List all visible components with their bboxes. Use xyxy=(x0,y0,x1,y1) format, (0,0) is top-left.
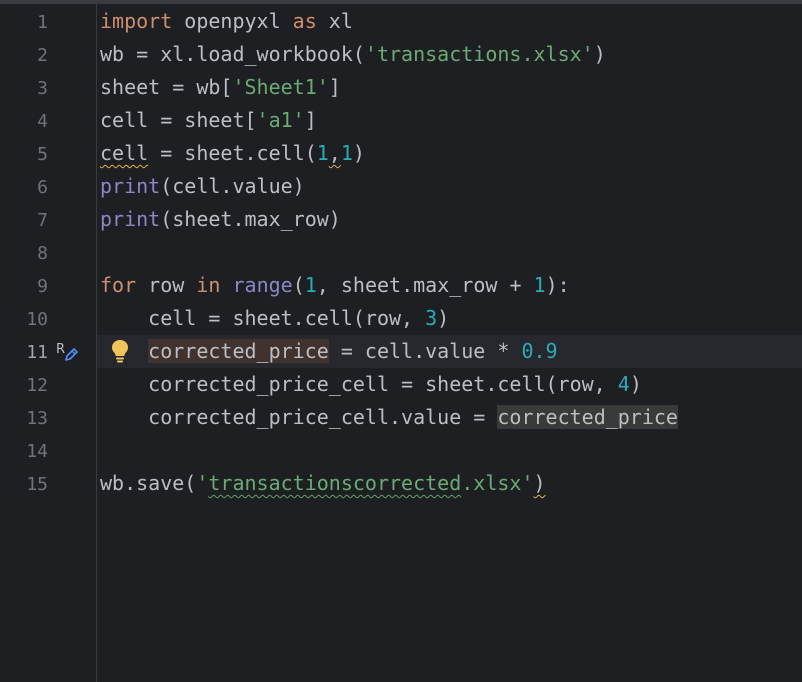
number-literal: 1 xyxy=(533,273,546,297)
code-text: corrected_price_cell.value = xyxy=(100,405,498,429)
number-literal: 4 xyxy=(617,372,630,396)
number-literal: 3 xyxy=(425,306,438,330)
code-line-15[interactable]: wb.save('transactionscorrected.xlsx') xyxy=(100,467,546,500)
line-number[interactable]: 4 xyxy=(0,105,48,138)
code-text: ): xyxy=(545,273,570,297)
warning-paren: ) xyxy=(533,471,546,495)
builtin-function: print xyxy=(100,207,161,231)
code-text: openpyxl xyxy=(172,9,293,33)
code-line-13[interactable]: corrected_price_cell.value = corrected_p… xyxy=(100,401,678,434)
line-number[interactable]: 1 xyxy=(0,6,48,39)
code-text: ] xyxy=(328,75,341,99)
code-text: sheet = wb[ xyxy=(100,75,233,99)
keyword: import xyxy=(100,9,173,33)
highlighted-variable-read: corrected_price xyxy=(497,405,678,429)
code-text: wb = xl.load_workbook( xyxy=(100,42,365,66)
string-literal: 'Sheet1' xyxy=(232,75,329,99)
number-literal: 1 xyxy=(316,141,329,165)
code-text: ( xyxy=(292,273,305,297)
code-line-12[interactable]: corrected_price_cell = sheet.cell(row, 4… xyxy=(100,368,642,401)
code-text: = sheet.cell( xyxy=(148,141,317,165)
line-number[interactable]: 2 xyxy=(0,39,48,72)
builtin-function: print xyxy=(100,174,161,198)
line-number[interactable]: 7 xyxy=(0,204,48,237)
code-line-6[interactable]: print(cell.value) xyxy=(100,170,305,203)
string-literal: ' xyxy=(196,471,209,495)
code-line-3[interactable]: sheet = wb['Sheet1'] xyxy=(100,71,341,104)
code-text: cell = sheet[ xyxy=(100,108,257,132)
code-line-7[interactable]: print(sheet.max_row) xyxy=(100,203,341,236)
builtin-function: range xyxy=(232,273,293,297)
line-number[interactable]: 6 xyxy=(0,171,48,204)
code-line-2[interactable]: wb = xl.load_workbook('transactions.xlsx… xyxy=(100,38,606,71)
line-number[interactable]: 9 xyxy=(0,270,48,303)
code-text: (cell.value) xyxy=(160,174,305,198)
code-line-9[interactable]: for row in range(1, sheet.max_row + 1): xyxy=(100,269,570,302)
line-number[interactable]: 13 xyxy=(0,402,48,435)
highlighted-variable-write: corrected_price xyxy=(148,339,329,363)
code-text: ) xyxy=(593,42,606,66)
code-text: ) xyxy=(437,306,450,330)
string-literal: .xlsx' xyxy=(461,471,534,495)
code-text: (sheet.max_row) xyxy=(160,207,341,231)
code-text: = cell.value * xyxy=(328,339,522,363)
warning-variable: cell xyxy=(100,141,149,165)
code-text: , sheet.max_row + xyxy=(316,273,534,297)
code-text: wb.save( xyxy=(100,471,197,495)
number-literal: 0.9 xyxy=(521,339,558,363)
warning-comma: , xyxy=(328,141,341,165)
code-text: row xyxy=(136,273,197,297)
code-line-1[interactable]: import openpyxl as xl xyxy=(100,5,353,38)
gutter-separator xyxy=(96,4,97,682)
line-number[interactable]: 8 xyxy=(0,237,48,270)
keyword: as xyxy=(292,9,317,33)
string-literal: 'a1' xyxy=(256,108,305,132)
code-text: ) xyxy=(629,372,642,396)
keyword: in xyxy=(196,273,221,297)
number-literal: 1 xyxy=(304,273,317,297)
line-number[interactable]: 12 xyxy=(0,369,48,402)
code-text: ] xyxy=(304,108,317,132)
code-line-5[interactable]: cell = sheet.cell(1,1) xyxy=(100,137,365,170)
run-edit-gutter-icon[interactable]: R xyxy=(56,341,78,363)
editor-top-border xyxy=(0,0,802,4)
code-text: corrected_price_cell = sheet.cell(row, xyxy=(100,372,618,396)
code-line-11[interactable]: corrected_price = cell.value * 0.9 xyxy=(100,335,558,368)
code-line-4[interactable]: cell = sheet['a1'] xyxy=(100,104,317,137)
keyword: for xyxy=(100,273,137,297)
line-number[interactable]: 10 xyxy=(0,303,48,336)
number-literal: 1 xyxy=(340,141,353,165)
line-number-current[interactable]: 11 xyxy=(0,336,48,369)
code-text: cell = sheet.cell(row, xyxy=(100,306,426,330)
line-number[interactable]: 14 xyxy=(0,435,48,468)
typo-string: transactionscorrected xyxy=(208,471,462,495)
string-literal: 'transactions.xlsx' xyxy=(364,42,594,66)
code-text: ) xyxy=(352,141,365,165)
code-line-10[interactable]: cell = sheet.cell(row, 3) xyxy=(100,302,449,335)
line-number[interactable]: 15 xyxy=(0,468,48,501)
line-number[interactable]: 3 xyxy=(0,72,48,105)
code-editor[interactable]: 1 2 3 4 5 6 7 8 9 10 11 12 13 14 15 R im… xyxy=(0,0,802,682)
code-text: xl xyxy=(316,9,353,33)
gutter-icon-letter: R xyxy=(56,342,65,357)
line-number[interactable]: 5 xyxy=(0,138,48,171)
